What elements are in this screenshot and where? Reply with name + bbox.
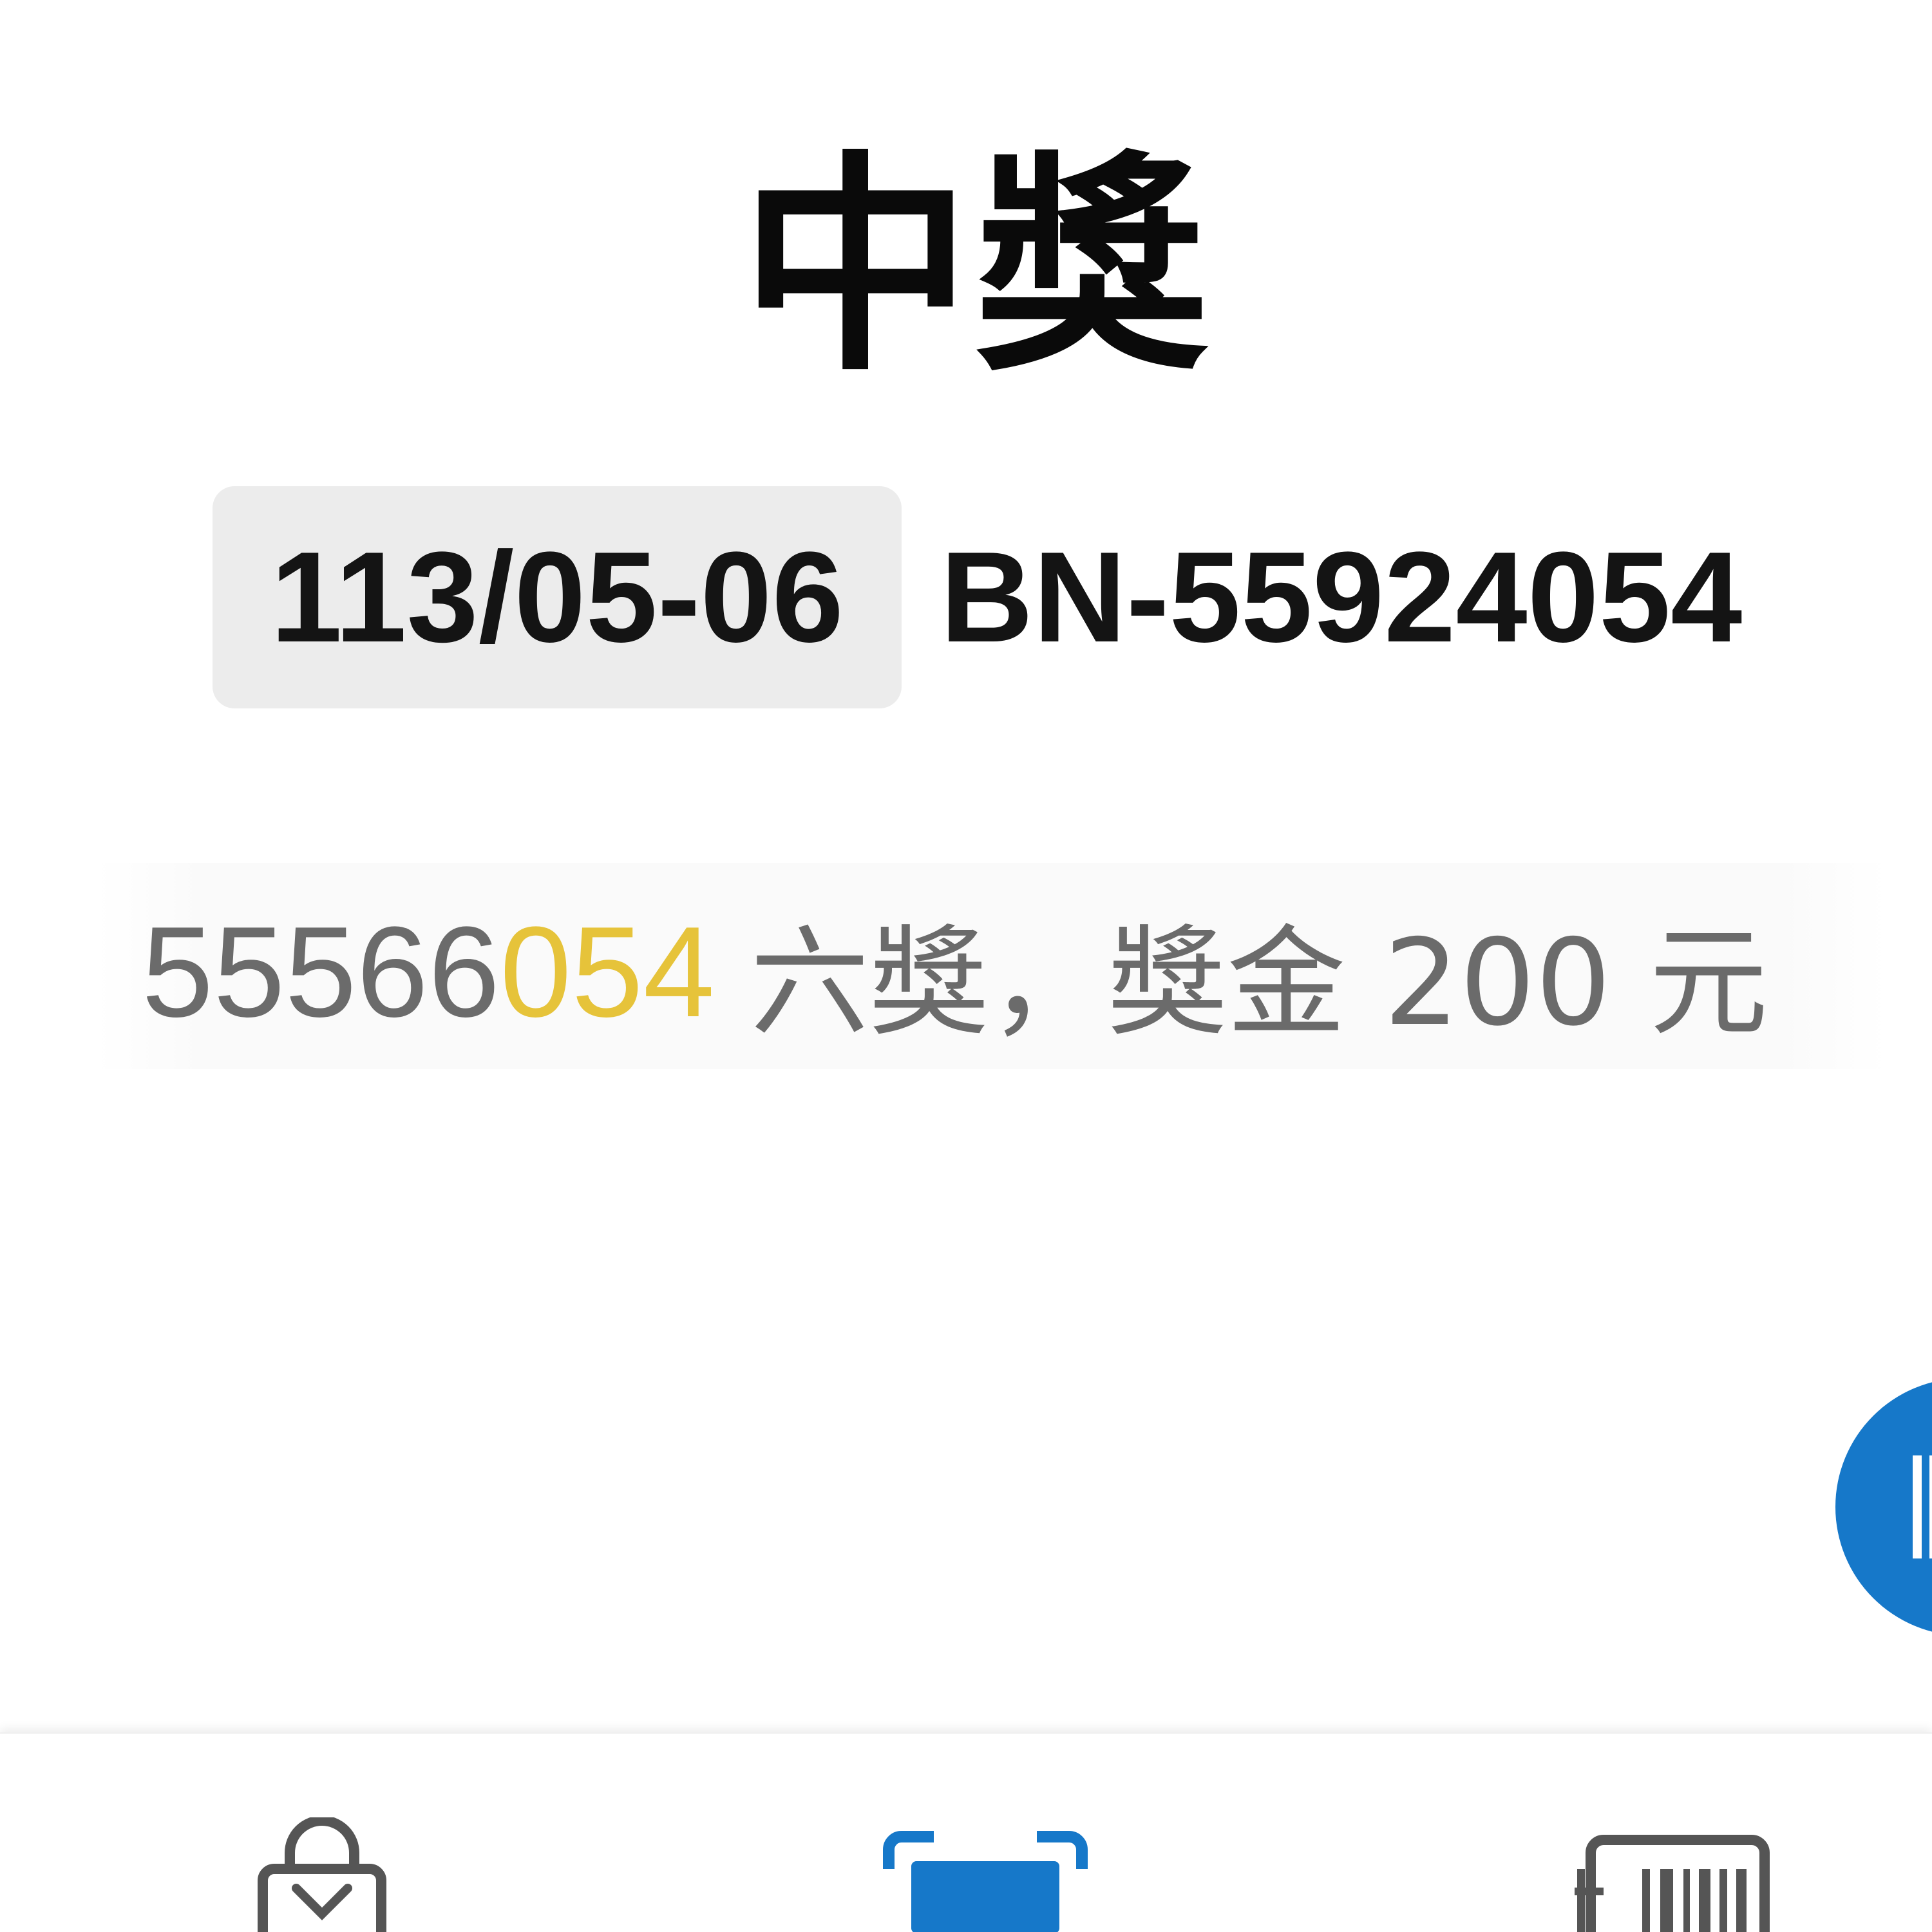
floating-action-button[interactable] <box>1835 1378 1932 1636</box>
matched-digits: 054 <box>500 900 715 1044</box>
page-title: 中獎 <box>740 132 1211 402</box>
bottom-navigation <box>0 1732 1932 1932</box>
shopping-bag-icon <box>258 1817 386 1932</box>
prize-text: 六獎，獎金 200 元 <box>750 913 1768 1052</box>
list-icon <box>1913 1455 1932 1558</box>
scan-icon <box>883 1831 1088 1932</box>
invoice-number: BN-55924054 <box>940 525 1743 669</box>
nav-item-shop[interactable] <box>122 1734 509 1932</box>
winning-number-prefix: 55566 <box>142 900 500 1044</box>
invoice-info-row: 113/05-06 BN-55924054 <box>213 486 1742 708</box>
nav-item-scan[interactable] <box>792 1734 1179 1932</box>
nav-item-invoices[interactable] <box>1494 1734 1880 1932</box>
period-badge: 113/05-06 <box>213 486 902 708</box>
prize-result-line: 55566 054 六獎，獎金 200 元 <box>142 898 1768 1052</box>
barcode-receipt-icon <box>1575 1835 1770 1932</box>
prize-result-screen: 中獎 113/05-06 BN-55924054 55566 054 六獎，獎金 2… <box>0 0 1932 1932</box>
